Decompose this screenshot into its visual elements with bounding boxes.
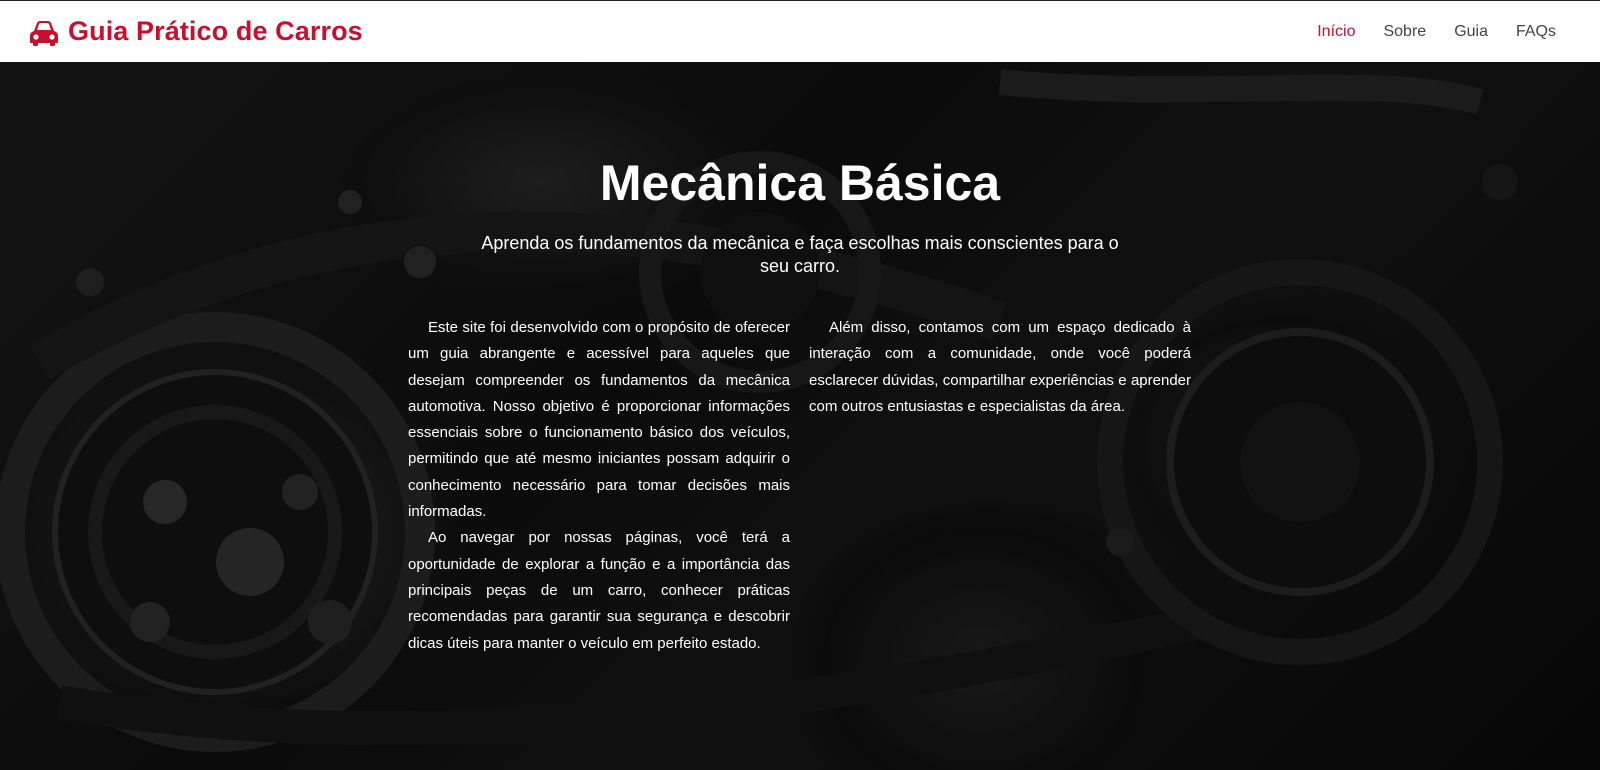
- nav-link-inicio[interactable]: Início: [1317, 23, 1355, 41]
- hero-subtitle: Aprenda os fundamentos da mecânica e faç…: [481, 233, 1119, 276]
- intro-left-column: Este site foi desenvolvido com o propósi…: [408, 315, 790, 657]
- intro-paragraph: Este site foi desenvolvido com o propósi…: [408, 319, 790, 521]
- nav-link-faqs[interactable]: FAQs: [1516, 23, 1556, 41]
- brand-title: Guia Prático de Carros: [68, 16, 363, 46]
- nav-links: Início Sobre Guia FAQs: [1289, 23, 1556, 41]
- hero-section: Mecânica Básica Aprenda os fundamentos d…: [0, 62, 1600, 770]
- intro-paragraph: Além disso, contamos com um espaço dedic…: [809, 319, 1191, 415]
- intro-paragraph: Ao navegar por nossas páginas, você terá…: [408, 529, 790, 652]
- nav-link-guia[interactable]: Guia: [1454, 23, 1488, 41]
- car-icon: [30, 20, 58, 46]
- nav-link-sobre[interactable]: Sobre: [1383, 23, 1426, 41]
- intro-right-column: Além disso, contamos com um espaço dedic…: [809, 315, 1191, 420]
- navbar: Guia Prático de Carros Início Sobre Guia…: [0, 0, 1600, 62]
- brand-link[interactable]: Guia Prático de Carros: [28, 16, 363, 47]
- hero-title: Mecânica Básica: [599, 155, 1001, 211]
